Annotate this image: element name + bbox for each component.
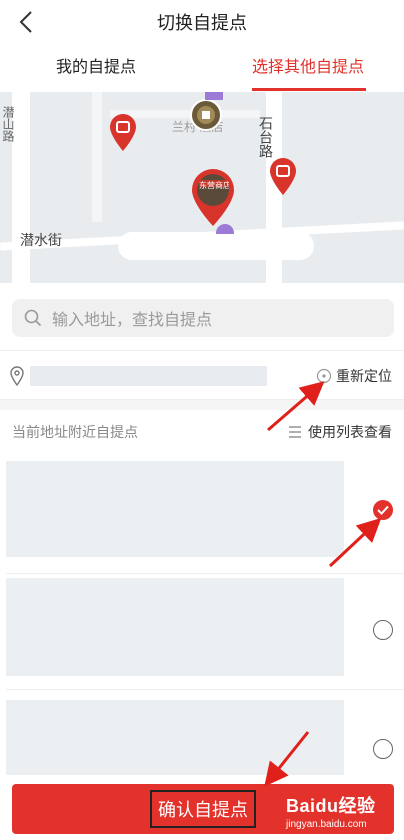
- street-label: 石台路: [258, 116, 274, 158]
- store-item[interactable]: [0, 574, 404, 690]
- store-info: [6, 461, 344, 557]
- store-item[interactable]: [0, 452, 404, 574]
- store-sign-label: 东营商店: [199, 181, 229, 190]
- active-tab-indicator: [252, 88, 366, 91]
- relocate-button[interactable]: 重新定位: [316, 366, 392, 386]
- map-pin-icon[interactable]: [108, 112, 138, 152]
- street-label: 潜山路: [1, 106, 15, 142]
- tab-other-pickup[interactable]: 选择其他自提点: [252, 44, 364, 92]
- check-icon: [377, 505, 389, 515]
- current-address-text: [30, 366, 267, 386]
- search-input[interactable]: 输入地址，查找自提点: [12, 299, 394, 337]
- page-title: 切换自提点: [157, 13, 247, 33]
- store-radio[interactable]: [373, 620, 393, 640]
- relocate-icon: [316, 368, 332, 384]
- tab-bar: 我的自提点 选择其他自提点: [0, 44, 404, 92]
- list-icon: [289, 426, 301, 438]
- back-button[interactable]: [12, 8, 40, 36]
- search-icon: [24, 309, 42, 327]
- search-section: 输入地址，查找自提点: [0, 283, 404, 349]
- map-address-bubble: [118, 232, 314, 260]
- store-info: [6, 578, 344, 676]
- location-pin-icon: [10, 366, 24, 386]
- store-info: [6, 700, 344, 775]
- store-radio-selected[interactable]: [373, 500, 393, 520]
- map-pin-icon[interactable]: [189, 98, 223, 138]
- nearby-title: 当前地址附近自提点: [12, 424, 138, 440]
- chevron-left-icon: [19, 11, 32, 33]
- selected-store-pin-icon[interactable]: [190, 168, 236, 228]
- map-view[interactable]: 潜水街 石台路 潜山路 兰村 酒店 东营商店: [0, 92, 404, 283]
- watermark: Baidu经验 jingyan.baidu.com: [286, 792, 376, 830]
- map-pin-icon[interactable]: [268, 156, 298, 196]
- nav-header: 切换自提点: [0, 0, 404, 44]
- current-address-row: 重新定位: [0, 350, 404, 400]
- list-view-label: 使用列表查看: [308, 424, 392, 440]
- list-view-button[interactable]: 使用列表查看: [288, 422, 392, 442]
- section-gap: [0, 400, 404, 410]
- relocate-label: 重新定位: [336, 368, 392, 384]
- watermark-brand: Baidu经验: [286, 796, 376, 816]
- street-label: 潜水街: [20, 232, 62, 248]
- nearby-header: 当前地址附近自提点 使用列表查看: [0, 410, 404, 452]
- store-item[interactable]: [0, 690, 404, 775]
- search-placeholder: 输入地址，查找自提点: [52, 312, 213, 329]
- road: [92, 92, 102, 222]
- store-radio[interactable]: [373, 739, 393, 759]
- location-marker-icon: [205, 92, 223, 100]
- confirm-label: 确认自提点: [150, 790, 256, 828]
- tab-my-pickup[interactable]: 我的自提点: [56, 44, 136, 92]
- store-list: [0, 452, 404, 775]
- watermark-url: jingyan.baidu.com: [286, 819, 367, 830]
